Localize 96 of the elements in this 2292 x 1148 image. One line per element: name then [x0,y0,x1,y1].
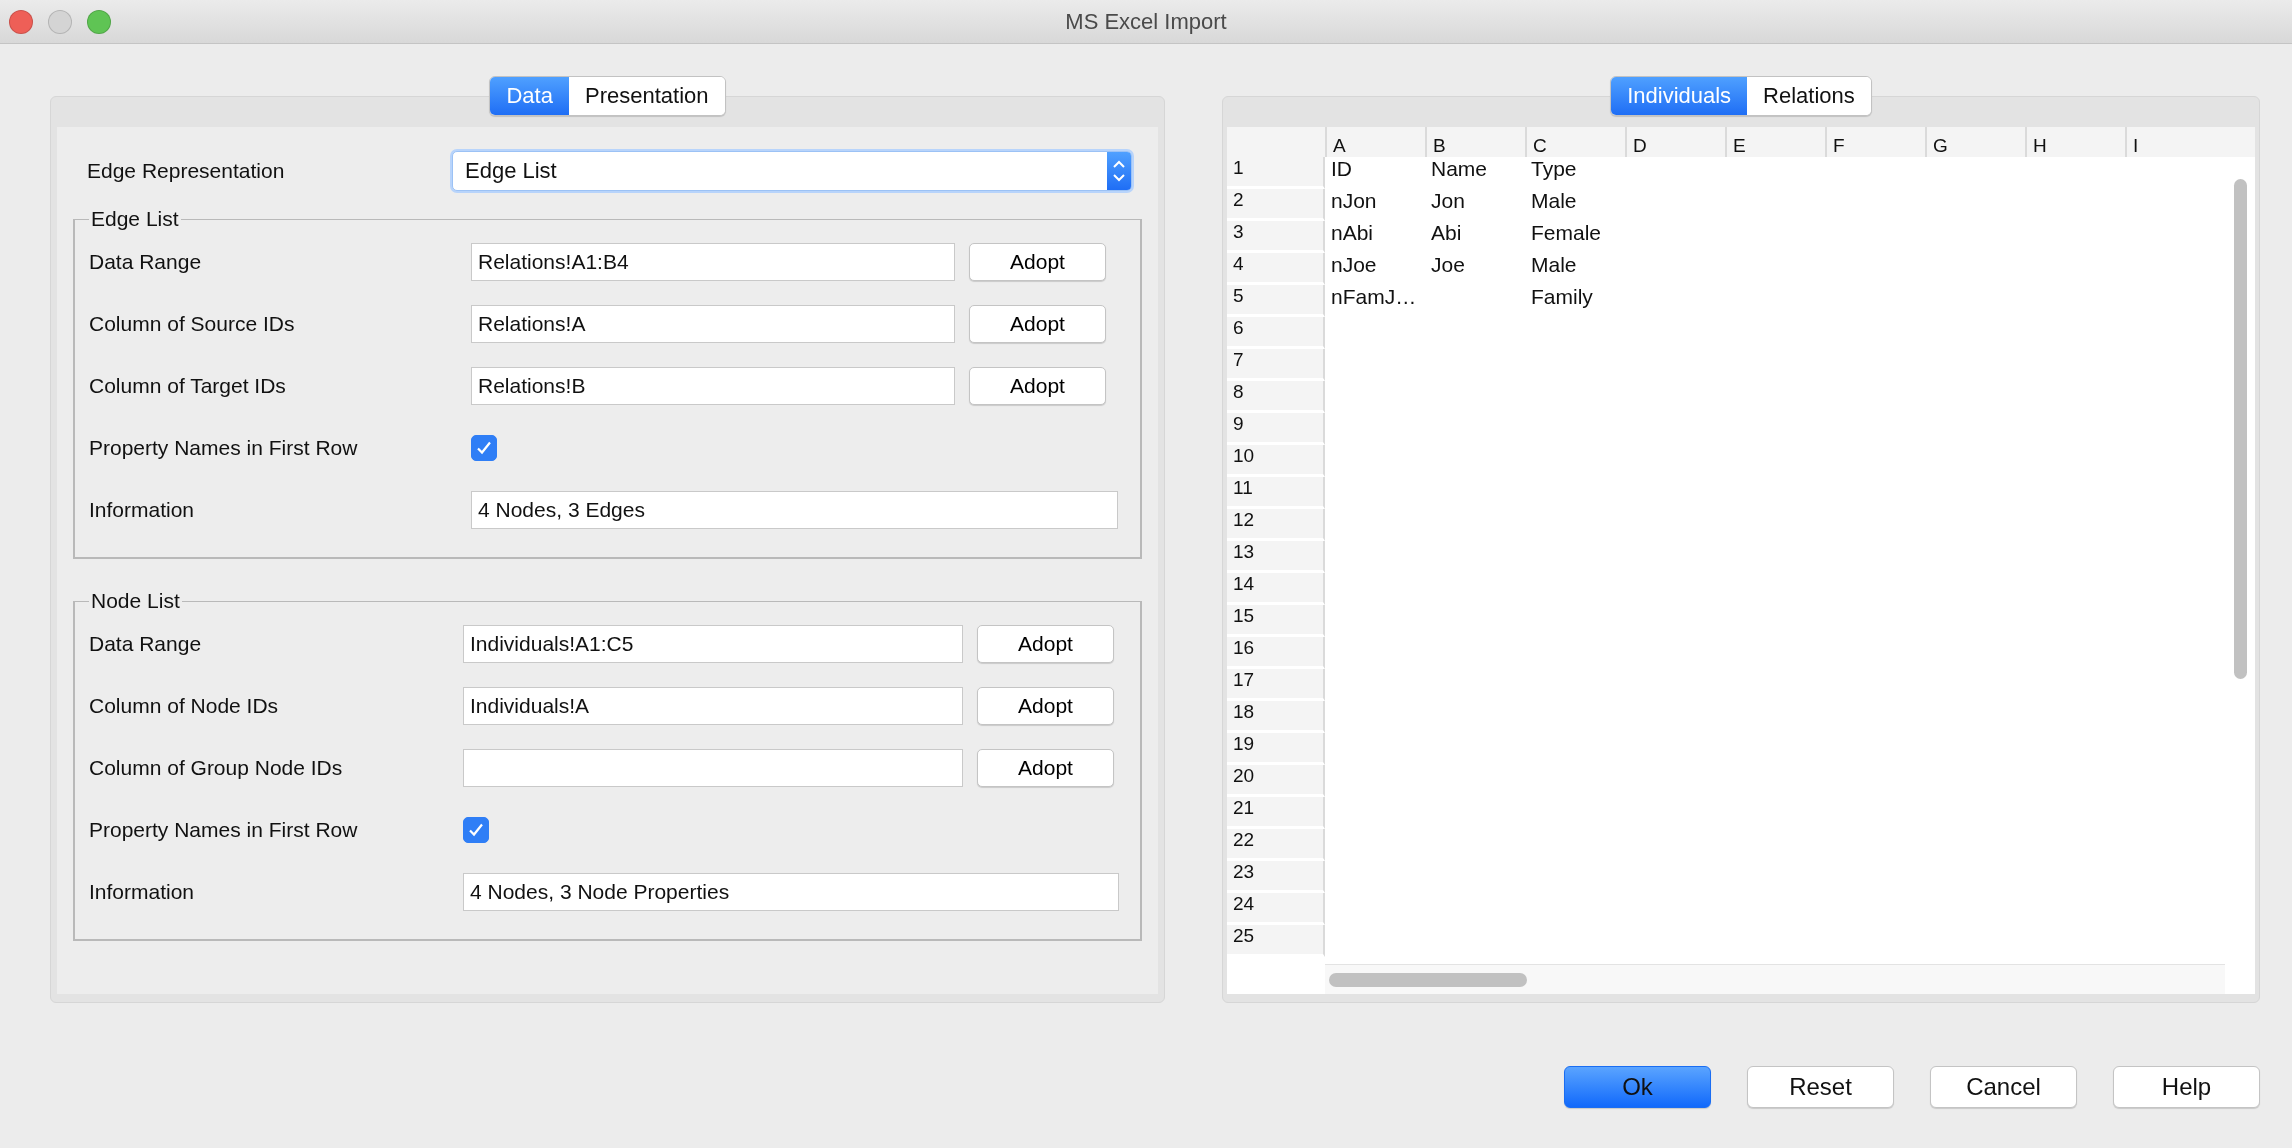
input-field[interactable]: Relations!B [471,367,955,405]
table-cell-text: Female [1530,220,1603,246]
row-number: 1 [1227,156,1325,189]
dialog-button[interactable]: Ok [1564,1066,1711,1108]
dialog-button[interactable]: Reset [1747,1066,1894,1108]
group-title: Edge List [90,207,180,231]
close-icon[interactable] [9,9,33,34]
adopt-button[interactable]: Adopt [969,367,1106,405]
adopt-button[interactable]: Adopt [969,243,1106,281]
minimize-icon[interactable] [48,9,72,34]
table-cell-text: Joe [1430,252,1466,278]
horizontal-scrollbar[interactable] [1325,964,2225,994]
input-field[interactable]: Individuals!A1:C5 [463,625,963,663]
field-label: Property Names in First Row [89,436,359,460]
tab[interactable]: Relations [1747,77,1871,115]
field-label: Column of Target IDs [89,374,287,398]
column-header: A [1325,127,1425,157]
row-number: 18 [1227,700,1325,733]
maximize-icon[interactable] [87,9,111,34]
checkbox[interactable] [471,435,497,461]
column-header: C [1525,127,1625,157]
field-label: Column of Node IDs [89,694,280,718]
table-cell-text: nAbi [1330,220,1375,246]
tab[interactable]: Individuals [1611,77,1748,115]
row-number: 8 [1227,380,1325,413]
table-cell-text: Name [1430,156,1489,182]
scrollbar-thumb[interactable] [2234,179,2247,679]
row-number: 25 [1227,924,1325,957]
input-field[interactable]: Relations!A [471,305,955,343]
checkbox[interactable] [463,817,489,843]
representation-dropdown[interactable]: Edge List [452,151,1132,191]
group-title: Node List [90,589,181,613]
row-number: 22 [1227,828,1325,861]
row-number: 5 [1227,284,1325,317]
field-label: Information [89,880,196,904]
field-label: Column of Group Node IDs [89,756,344,780]
dialog-button[interactable]: Help [2113,1066,2260,1108]
table-cell-text: Male [1530,252,1578,278]
field-label: Information [89,498,196,522]
adopt-button[interactable]: Adopt [977,749,1114,787]
row-number: 24 [1227,892,1325,925]
table-cell-text: ID [1330,156,1353,182]
column-header: E [1725,127,1825,157]
table-cell-text: nJon [1330,188,1378,214]
row-number: 14 [1227,572,1325,605]
table-cell-text: nJoe [1330,252,1378,278]
row-number: 23 [1227,860,1325,893]
input-field[interactable]: Individuals!A [463,687,963,725]
field-label: Property Names in First Row [89,818,359,842]
row-number: 20 [1227,764,1325,797]
field-label: Column of Source IDs [89,312,296,336]
row-number: 17 [1227,668,1325,701]
table-cell-text: Jon [1430,188,1466,214]
tab[interactable]: Data [490,77,569,115]
table-cell-text: Type [1530,156,1578,182]
row-number: 3 [1227,220,1325,253]
field-label: Data Range [89,250,203,274]
tab[interactable]: Presentation [568,77,725,115]
table-cell-text: Male [1530,188,1578,214]
row-number: 12 [1227,508,1325,541]
column-header: D [1625,127,1725,157]
stepper-icon [1107,152,1131,190]
row-number: 7 [1227,348,1325,381]
field-label: Data Range [89,632,203,656]
row-number: 13 [1227,540,1325,573]
checkmark-icon [467,821,485,839]
row-number: 16 [1227,636,1325,669]
column-header: B [1425,127,1525,157]
info-field: 4 Nodes, 3 Edges [471,491,1118,529]
row-number: 10 [1227,444,1325,477]
row-number: 19 [1227,732,1325,765]
input-field[interactable]: Relations!A1:B4 [471,243,955,281]
column-header: H [2025,127,2125,157]
adopt-button[interactable]: Adopt [977,625,1114,663]
window-title: MS Excel Import [1065,8,1227,34]
input-field[interactable] [463,749,963,787]
row-number: 6 [1227,316,1325,349]
row-number: 4 [1227,252,1325,285]
adopt-button[interactable]: Adopt [969,305,1106,343]
scrollbar-thumb[interactable] [1329,972,1527,987]
dialog-button[interactable]: Cancel [1930,1066,2077,1108]
field-label: Edge Representation [87,159,286,183]
info-field: 4 Nodes, 3 Node Properties [463,873,1119,911]
column-header: I [2125,127,2225,157]
row-number: 2 [1227,188,1325,221]
row-number: 21 [1227,796,1325,829]
row-number: 9 [1227,412,1325,445]
column-header: F [1825,127,1925,157]
row-number: 11 [1227,476,1325,509]
table-cell-text: nFamJ… [1330,284,1418,310]
adopt-button[interactable]: Adopt [977,687,1114,725]
column-header: G [1925,127,2025,157]
checkmark-icon [475,439,493,457]
table-cell-text: Family [1530,284,1594,310]
row-number: 15 [1227,604,1325,637]
table-cell-text: Abi [1430,220,1463,246]
